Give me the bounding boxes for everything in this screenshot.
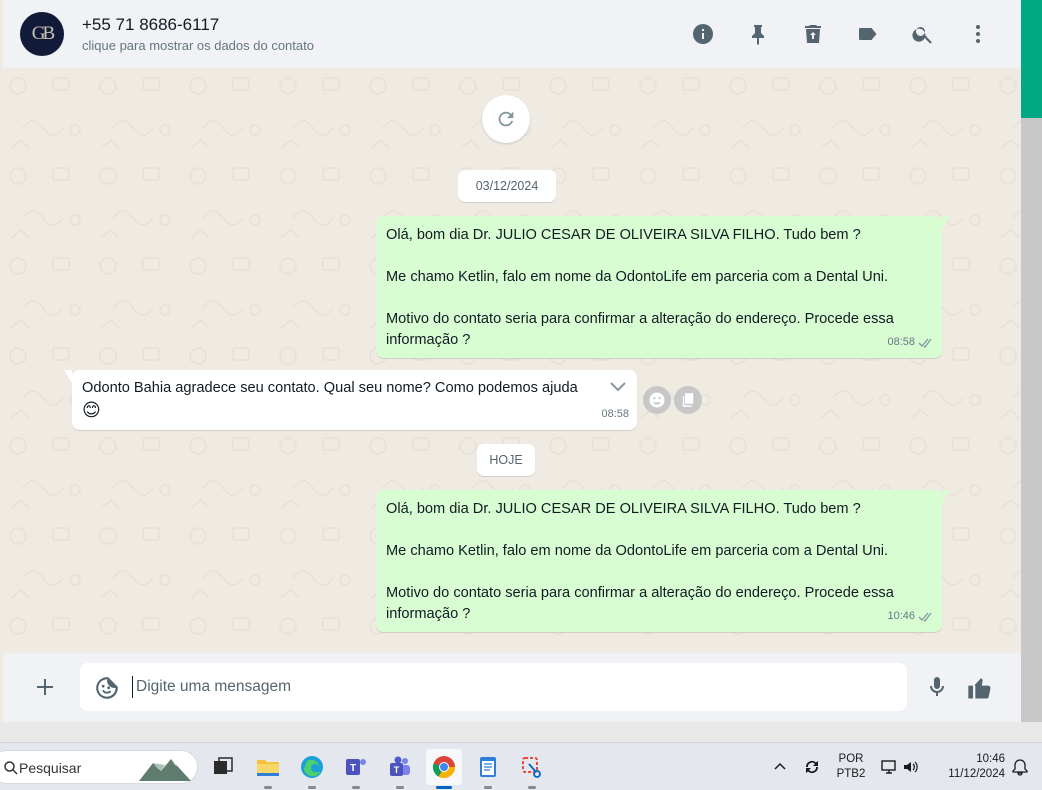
message-outgoing[interactable]: Olá, bom dia Dr. JULIO CESAR DE OLIVEIRA… (376, 490, 950, 632)
message-text: Me chamo Ketlin, falo em nome da OdontoL… (386, 543, 889, 559)
info-icon (692, 24, 713, 44)
notepad-icon (480, 757, 496, 777)
svg-text:T: T (350, 763, 356, 774)
message-time: 10:46 (887, 610, 915, 622)
pin-icon (751, 25, 764, 45)
language-top: POR (838, 753, 864, 765)
date-chip: 03/12/2024 (458, 170, 556, 202)
message-text: informação ? (386, 332, 471, 348)
teams-icon: T (390, 756, 410, 776)
chevron-up-icon[interactable] (772, 759, 788, 775)
load-older-button[interactable] (482, 95, 530, 143)
thumbs-up-button[interactable] (965, 673, 995, 703)
taskbar-edge[interactable] (294, 749, 330, 789)
windows-taskbar: Pesquisar T T POR PTB2 10:46 11/12/2024 (0, 742, 1042, 790)
composer (3, 653, 1021, 722)
copy-icon (682, 393, 694, 407)
label-icon (858, 28, 876, 40)
whatsapp-window: GB +55 71 8686-6117 clique para mostrar … (0, 0, 1021, 722)
taskbar-teams[interactable]: T (382, 749, 418, 789)
search-placeholder: Pesquisar (19, 760, 82, 776)
sync-icon[interactable] (803, 758, 821, 776)
message-text: Odonto Bahia agradece seu contato. Qual … (82, 380, 578, 396)
edge-icon (301, 756, 323, 778)
plus-icon (37, 679, 53, 695)
language-bottom: PTB2 (836, 768, 866, 780)
double-check-icon (918, 612, 932, 622)
voice-message-button[interactable] (923, 673, 951, 701)
menu-button[interactable] (950, 17, 1005, 51)
chrome-icon (432, 756, 455, 778)
chevron-down-icon[interactable] (609, 381, 627, 393)
info-button[interactable] (675, 17, 730, 51)
clock[interactable]: 10:46 11/12/2024 (933, 752, 1005, 782)
taskbar-snipping-tool[interactable] (514, 749, 550, 789)
bubble-tail (942, 490, 950, 503)
svg-text:T: T (394, 765, 400, 775)
bubble-tail (64, 370, 72, 383)
refresh-icon (498, 111, 514, 127)
message-text: Olá, bom dia Dr. JULIO CESAR DE OLIVEIRA… (386, 501, 861, 517)
attach-button[interactable] (31, 673, 59, 701)
taskbar-chrome[interactable] (426, 749, 462, 789)
message-text: Me chamo Ketlin, falo em nome da OdontoL… (386, 269, 889, 285)
message-input[interactable] (136, 663, 896, 711)
task-view-icon (214, 757, 233, 774)
clock-date: 11/12/2024 (948, 768, 1005, 780)
delete-button[interactable] (785, 17, 840, 51)
taskbar-teams-classic[interactable]: T (338, 749, 374, 789)
taskbar-search[interactable]: Pesquisar (0, 750, 198, 784)
message-text: Olá, bom dia Dr. JULIO CESAR DE OLIVEIRA… (386, 227, 861, 243)
snipping-tool-icon (522, 757, 541, 778)
message-list[interactable]: 03/12/2024 Olá, bom dia Dr. JULIO CESAR … (3, 68, 1021, 653)
message-text: informação ? (386, 606, 471, 622)
delete-icon (804, 25, 821, 43)
label-button[interactable] (840, 17, 895, 51)
contact-info[interactable]: +55 71 8686-6117 clique para mostrar os … (82, 14, 314, 55)
microphone-icon (930, 677, 944, 696)
text-caret (132, 676, 133, 698)
double-check-icon (918, 338, 932, 348)
message-outgoing[interactable]: Olá, bom dia Dr. JULIO CESAR DE OLIVEIRA… (376, 216, 950, 358)
folder-icon (257, 760, 279, 776)
taskbar-task-view[interactable] (205, 749, 241, 785)
contact-name: +55 71 8686-6117 (82, 14, 220, 34)
date-chip: HOJE (477, 444, 535, 476)
mountain-icon (139, 759, 191, 781)
bubble-tail (942, 216, 950, 229)
thumbs-up-icon (968, 678, 991, 699)
notification-icon[interactable] (1011, 758, 1029, 776)
message-input-box[interactable] (80, 663, 907, 711)
message-text: Motivo do contato seria para confirmar a… (386, 311, 894, 327)
taskbar-file-explorer[interactable] (250, 749, 286, 789)
search-icon (4, 761, 18, 775)
contact-subtitle: clique para mostrar os dados do contato (82, 37, 314, 53)
sticker-button[interactable] (94, 675, 120, 701)
message-text: Motivo do contato seria para confirmar a… (386, 585, 894, 601)
forward-button[interactable] (674, 386, 702, 414)
teams-icon: T (346, 759, 366, 775)
chat-header: GB +55 71 8686-6117 clique para mostrar … (3, 0, 1021, 68)
search-button[interactable] (895, 17, 950, 51)
smiley-icon (649, 392, 665, 408)
menu-icon (975, 25, 980, 43)
message-incoming[interactable]: Odonto Bahia agradece seu contato. Qual … (64, 370, 637, 430)
scrollbar-track[interactable] (1021, 118, 1042, 722)
network-icon[interactable] (880, 758, 898, 776)
taskbar-notepad[interactable] (470, 749, 506, 789)
message-time: 08:58 (601, 408, 629, 420)
language-indicator[interactable]: POR PTB2 (832, 752, 870, 782)
search-icon (911, 27, 932, 44)
sidebar-accent-strip (1021, 0, 1042, 118)
react-button[interactable] (643, 386, 671, 414)
clock-time: 10:46 (976, 753, 1005, 765)
pin-button[interactable] (730, 17, 785, 51)
volume-icon[interactable] (902, 758, 920, 776)
message-emoji: 😊 (82, 400, 101, 420)
sticker-icon (96, 677, 118, 699)
avatar[interactable]: GB (20, 12, 64, 56)
avatar-initials: GB (31, 23, 55, 44)
message-time: 08:58 (887, 336, 915, 348)
